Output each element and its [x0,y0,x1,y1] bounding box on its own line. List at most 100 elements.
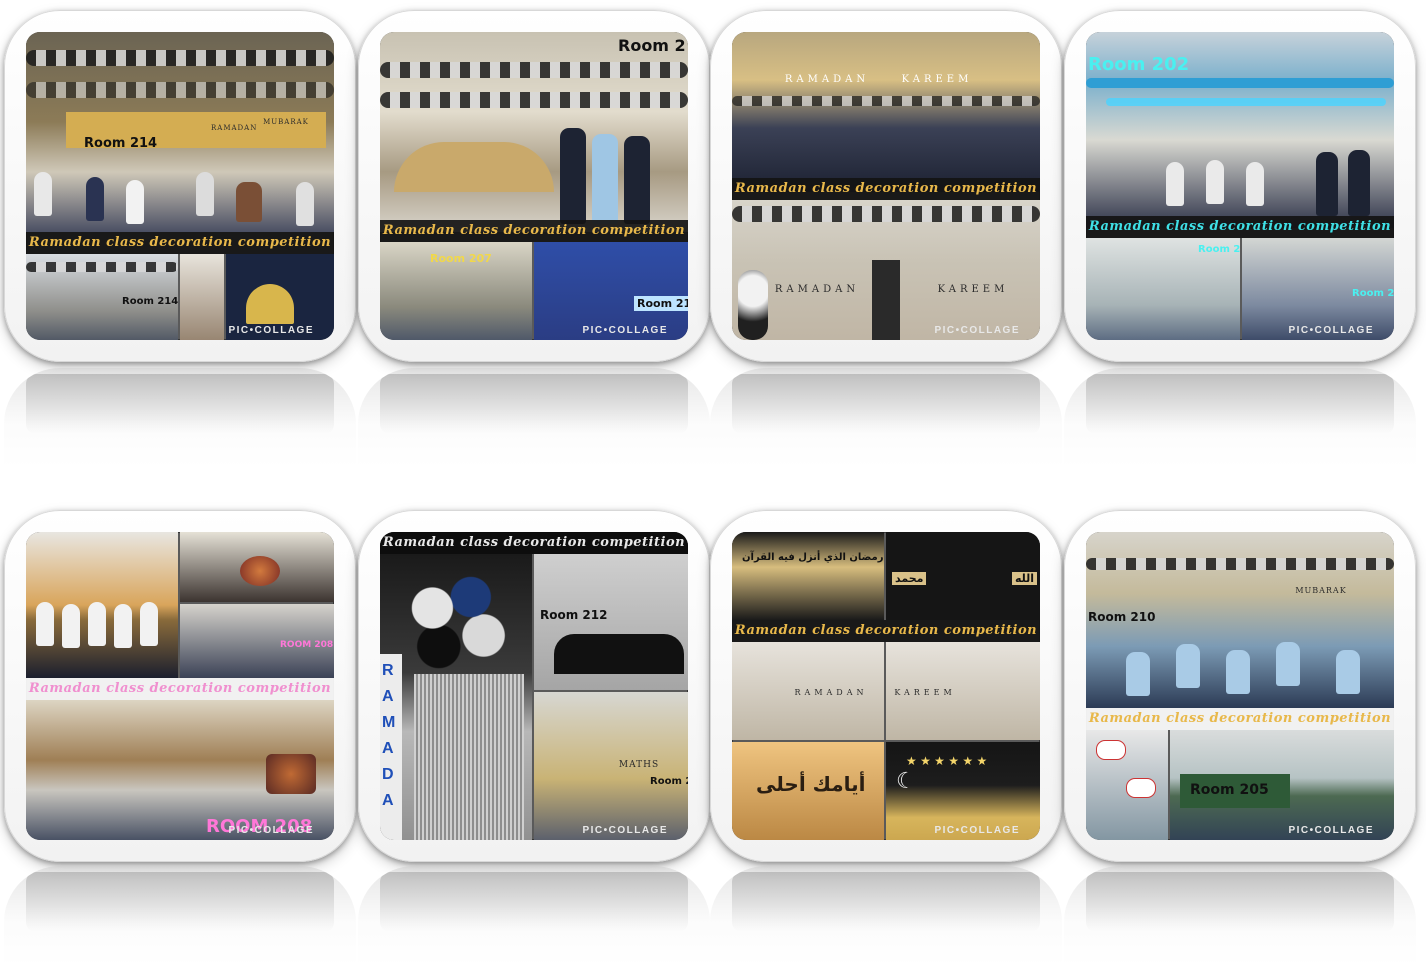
ramadan-vertical-banner: RAMADA [380,654,402,840]
paper-fan-decor [266,754,316,794]
student [34,172,52,216]
student [1316,152,1338,216]
collage-photo: RAMADAN KAREEM Ramadan class decoration … [732,32,1040,340]
tile-reflection [1064,368,1416,468]
speech-bubble-decor [1096,740,1126,760]
ramadan-banner: RAMADAN [211,124,258,132]
competition-caption: Ramadan class decoration competition [26,232,334,254]
arabic-ayyamuk: أيامك أحلى [756,772,866,796]
maths-banner: MATHS [618,760,660,770]
gold-mosque-icon [246,284,294,324]
silver-fringe-curtain [414,674,524,840]
mubarak-banner: MUBARAK [263,118,309,126]
arabic-muhammad: محمد [892,572,927,585]
student [88,602,106,646]
mubarak-banner: MUBARAK [1295,586,1347,595]
garland [26,262,178,272]
chalkboard-photo: محمد الله [886,532,1040,620]
room-label: Room 210 [1088,610,1156,624]
arabic-verse: شهر رمضان الذي أنزل فيه القرآن [742,552,884,563]
window-balloon-photo: KAREEM [886,642,1040,740]
room-label: Room 211 [634,296,688,311]
student [296,182,314,226]
bulletin-board [394,142,554,192]
student [1206,160,1224,204]
collage-photo: MUBARAK Room 210 Ramadan class decoratio… [1086,532,1394,840]
calligraphy-banner-photo: شهر رمضان الذي أنزل فيه القرآن [732,532,884,620]
ayyamuk-sign-photo: أيامك أحلى [732,742,884,840]
student [1176,644,1200,688]
competition-caption: Ramadan class decoration competition [1086,708,1394,730]
collage-photo: Room 202 Ramadan class decoration compet… [1086,32,1394,340]
ramadan-vertical-text: RAMADA [382,662,396,809]
decoration-photo [180,532,334,602]
tile-reflection [4,368,356,468]
classroom-photo-left: Room 214 [26,254,178,340]
collage-photo: شهر رمضان الذي أنزل فيه القرآن محمد الله… [732,532,1040,840]
collage-photo: Ramadan class decoration competition RAM… [380,532,688,840]
classroom-photo: ROOM 208 [180,604,334,678]
piccollage-watermark: PIC•COLLAGE [934,825,1020,836]
competition-caption: Ramadan class decoration competition [732,178,1040,200]
student [126,180,144,224]
decoration-photo [1086,730,1168,840]
competition-caption: Ramadan class decoration competition [380,532,688,554]
collage-tile-room-212: Ramadan class decoration competition RAM… [358,510,710,862]
star-icon: ★ ★ ★ ★ ★ ★ [906,754,988,768]
classroom-photo: MATHS Room 20 [534,692,688,840]
mosque-silhouette-photo: Room 212 [534,554,688,690]
room-label: Room 205 [1190,782,1269,798]
tile-reflection [358,368,710,468]
student-photo [180,254,224,340]
room-label: Room 206 [1352,288,1394,299]
student [1226,650,1250,694]
black-white-garland [380,92,688,108]
student [114,604,132,648]
tile-reflection [710,368,1062,468]
student [196,172,214,216]
quran-panel [872,260,900,340]
arabic-allah: الله [1012,572,1038,585]
room-label: Room 20 [650,776,688,787]
collage-tile-room-210: MUBARAK Room 210 Ramadan class decoratio… [1064,510,1416,862]
room-label: Room 202 [1088,54,1190,75]
collage-tile-room-214: RAMADAN MUBARAK Room 214 Ramadan class d… [4,10,356,362]
competition-caption: Ramadan class decoration competition [380,220,688,242]
group-photo [26,532,178,678]
classroom-photo-main: Room 2 [380,32,688,232]
competition-caption: Ramadan class decoration competition [1086,216,1394,238]
piccollage-watermark: PIC•COLLAGE [934,325,1020,336]
student [560,128,586,224]
student [236,182,262,222]
collage-tile-ramadan-kareem: RAMADAN KAREEM Ramadan class decoration … [710,10,1062,362]
student [140,602,158,646]
student [86,177,104,221]
competition-caption: Ramadan class decoration competition [732,620,1040,642]
room-label: Room 214 [122,296,178,307]
black-garland [732,96,1040,106]
room-label: Room 2 [618,36,686,55]
collage-photo: ROOM 208 Ramadan class decoration compet… [26,532,334,840]
piccollage-watermark: PIC•COLLAGE [228,825,314,836]
classroom-photo-bottom: ROOM 208 [26,700,334,840]
black-white-garland [380,62,688,78]
student [1336,650,1360,694]
group-photo: RAMADAN KAREEM [732,32,1040,192]
student [36,602,54,646]
room-label: ROOM 208 [280,640,334,650]
black-white-garland [26,50,334,66]
crescent-moon-icon: ☾ [896,768,916,793]
mosque-silhouette [554,634,684,674]
classroom-photo-left: Room 213 [1086,238,1240,340]
ramadan-banner: RAMADAN [774,284,860,295]
student [592,134,618,224]
classroom-photo-main: RAMADAN MUBARAK Room 214 [26,32,334,232]
piccollage-watermark: PIC•COLLAGE [1288,325,1374,336]
collage-tile-room-208: ROOM 208 Ramadan class decoration compet… [4,510,356,862]
student [62,604,80,648]
collage-photo: Room 2 Ramadan class decoration competit… [380,32,688,340]
piccollage-watermark: PIC•COLLAGE [228,325,314,336]
tile-reflection [710,866,1062,966]
balloon-curtain-photo: RAMADA [380,554,532,840]
room-label: Room 213 [1198,244,1240,255]
